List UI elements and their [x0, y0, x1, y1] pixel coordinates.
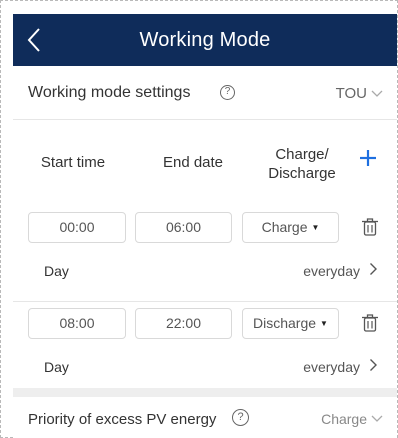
chevron-right-icon[interactable] [369, 358, 378, 372]
caret-down-icon: ▼ [311, 223, 320, 232]
chevron-down-icon [371, 415, 383, 422]
priority-row[interactable]: Priority of excess PV energy ? Charge [13, 397, 397, 438]
charge-mode-value: Discharge [253, 315, 317, 331]
day-label: Day [44, 359, 69, 375]
main-content: Working mode settings ? TOU Start time E… [13, 66, 397, 438]
charge-mode-select[interactable]: Discharge ▼ [242, 308, 339, 339]
day-label: Day [44, 263, 69, 279]
help-icon[interactable]: ? [232, 409, 249, 426]
charge-mode-value: Charge [261, 219, 308, 235]
priority-label: Priority of excess PV energy [28, 411, 217, 428]
page-title: Working Mode [139, 29, 271, 51]
chevron-right-icon[interactable] [369, 262, 378, 276]
start-time-field[interactable]: 08:00 [28, 308, 126, 339]
working-mode-label: Working mode settings [28, 84, 191, 101]
column-header-start-time: Start time [40, 154, 106, 171]
start-time-field[interactable]: 00:00 [28, 212, 126, 243]
day-value[interactable]: everyday [303, 263, 360, 279]
chevron-down-icon [371, 90, 383, 97]
day-value[interactable]: everyday [303, 359, 360, 375]
time-slot: 00:00 06:00 Charge ▼ Day everyday [13, 206, 397, 302]
add-time-slot-icon[interactable] [358, 148, 378, 168]
charge-mode-select[interactable]: Charge ▼ [242, 212, 339, 243]
column-header-end-date: End date [162, 154, 224, 171]
caret-down-icon: ▼ [320, 319, 328, 328]
working-mode-value[interactable]: TOU [336, 85, 367, 102]
priority-value[interactable]: Charge [321, 411, 367, 427]
column-header-charge-discharge: Charge/ Discharge [264, 145, 340, 183]
trash-icon[interactable] [361, 217, 379, 237]
working-mode-row[interactable]: Working mode settings ? TOU [13, 66, 397, 120]
column-header-charge-line1: Charge/ [275, 146, 329, 163]
column-header-charge-line2: Discharge [268, 165, 336, 182]
help-icon[interactable]: ? [220, 85, 235, 100]
section-divider [13, 388, 397, 397]
end-time-field[interactable]: 06:00 [135, 212, 232, 243]
app-header: Working Mode [13, 14, 397, 66]
end-time-field[interactable]: 22:00 [135, 308, 232, 339]
trash-icon[interactable] [361, 313, 379, 333]
time-slot: 08:00 22:00 Discharge ▼ Day everyday [13, 301, 397, 397]
